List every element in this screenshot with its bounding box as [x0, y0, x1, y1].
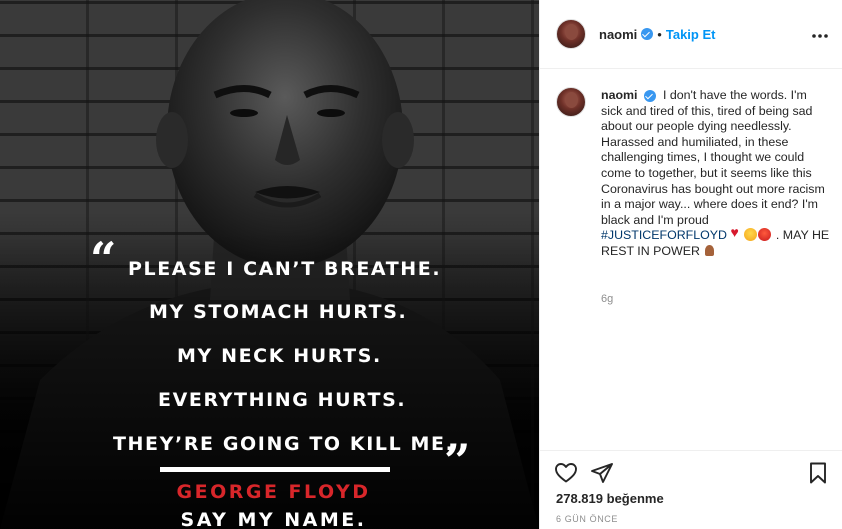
post-header: naomi • Takip Et	[540, 0, 842, 69]
sad-face-icon	[744, 228, 758, 242]
likes-count[interactable]: 278.819 beğenme	[556, 491, 664, 506]
quote-overlay: “ PLEASE I CAN’T BREATHE. MY STOMACH HUR…	[0, 0, 539, 529]
victim-name: GEORGE FLOYD	[176, 481, 371, 503]
emoji-group	[730, 225, 775, 242]
more-options-icon[interactable]	[811, 24, 829, 42]
caption-avatar[interactable]	[556, 87, 586, 117]
verified-badge-icon	[641, 28, 654, 40]
post-date: 6 GÜN ÖNCE	[556, 514, 619, 524]
separator-dot: •	[657, 26, 662, 42]
angry-face-icon	[758, 228, 772, 242]
caption-verified-badge-icon	[643, 89, 656, 102]
quote-line-2: MY STOMACH HURTS.	[149, 301, 408, 323]
send-icon[interactable]	[590, 461, 614, 485]
heart-icon[interactable]	[554, 461, 578, 485]
quote-line-1: PLEASE I CAN’T BREATHE.	[128, 258, 442, 280]
hashtag-link[interactable]: #JUSTICEFORFLOYD	[601, 228, 727, 242]
red-heart-icon	[730, 225, 743, 241]
caption-text: naomi I don't have the words. I'm sick a…	[601, 88, 831, 260]
praying-hands-icon	[703, 244, 716, 257]
quote-line-5: THEY’RE GOING TO KILL ME.	[113, 433, 455, 455]
likes-number: 278.819	[556, 491, 603, 506]
post-side-panel: naomi • Takip Et naomi I don't have the …	[539, 0, 842, 529]
divider-line	[160, 467, 390, 472]
caption-body: I don't have the words. I'm sick and tir…	[601, 88, 825, 227]
post-image[interactable]: “ PLEASE I CAN’T BREATHE. MY STOMACH HUR…	[0, 0, 539, 529]
open-quote-mark: “	[90, 232, 117, 286]
follow-button[interactable]: Takip Et	[666, 27, 716, 42]
header-username[interactable]: naomi	[599, 27, 637, 42]
quote-line-4: EVERYTHING HURTS.	[158, 389, 407, 411]
avatar[interactable]	[556, 19, 586, 49]
say-my-name-text: SAY MY NAME.	[180, 509, 367, 529]
action-bar: 278.819 beğenme 6 GÜN ÖNCE	[540, 450, 842, 529]
close-quote-mark: ”	[444, 434, 471, 488]
caption-time: 6g	[601, 293, 614, 305]
likes-label: beğenme	[606, 491, 664, 506]
caption-username[interactable]: naomi	[601, 88, 638, 102]
quote-line-3: MY NECK HURTS.	[177, 345, 382, 367]
bookmark-icon[interactable]	[806, 461, 830, 485]
